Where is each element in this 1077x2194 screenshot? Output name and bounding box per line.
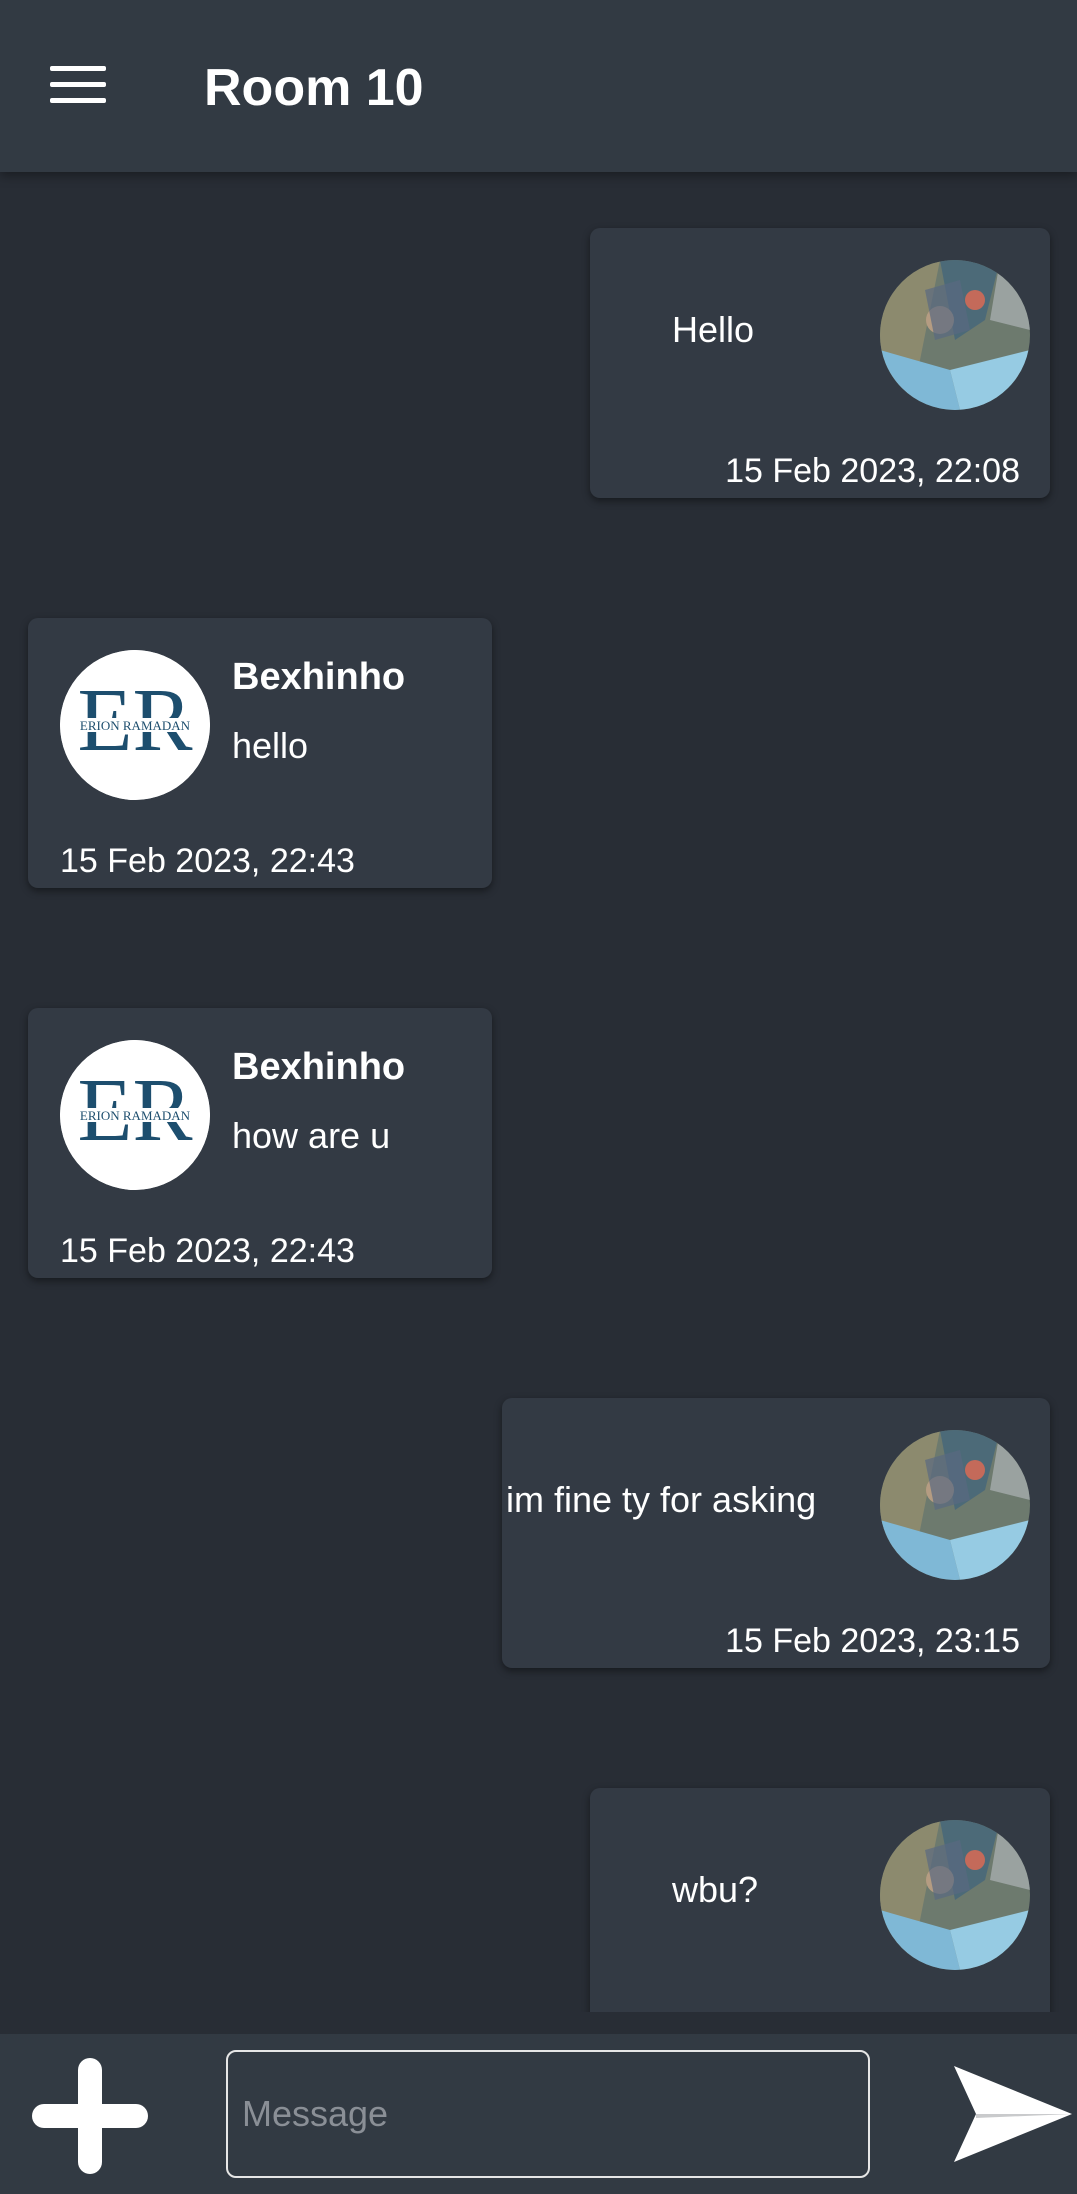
message-timestamp: 15 Feb 2023, 23:15 — [725, 1622, 1020, 1660]
message-bubble-incoming: ER ERION RAMADAN Bexhinho hello 15 Feb 2… — [28, 618, 492, 888]
avatar-logo-text: ERION RAMADAN — [80, 1108, 191, 1123]
message-bubble-outgoing: im fine ty for asking 15 Feb 2023, 23:15 — [502, 1398, 1050, 1668]
sender-avatar[interactable]: ER ERION RAMADAN — [60, 1040, 210, 1190]
message-bubble-outgoing: wbu? — [590, 1788, 1050, 2012]
app-bar: Room 10 — [0, 0, 1077, 172]
message-list[interactable]: Hello 15 Feb 2023, 22:08 ER ERION RAMADA… — [0, 172, 1077, 2012]
message-timestamp: 15 Feb 2023, 22:43 — [60, 842, 355, 880]
message-timestamp: 15 Feb 2023, 22:08 — [725, 452, 1020, 490]
plus-icon[interactable] — [28, 2054, 152, 2178]
message-timestamp: 15 Feb 2023, 22:43 — [60, 1232, 355, 1270]
message-text: Hello — [672, 309, 755, 350]
avatar-logo-text: ERION RAMADAN — [80, 718, 191, 733]
message-text: wbu? — [672, 1869, 759, 1910]
message-bubble-outgoing: Hello 15 Feb 2023, 22:08 — [590, 228, 1050, 498]
sender-name: Bexhinho — [232, 656, 406, 698]
message-text: hello — [232, 725, 309, 766]
message-input[interactable] — [226, 2050, 870, 2178]
user-avatar[interactable] — [880, 1430, 1030, 1580]
hamburger-menu-icon[interactable] — [50, 64, 106, 106]
sender-avatar[interactable]: ER ERION RAMADAN — [60, 650, 210, 800]
message-text: how are u — [232, 1115, 391, 1156]
message-bubble-incoming: ER ERION RAMADAN Bexhinho how are u 15 F… — [28, 1008, 492, 1278]
user-avatar[interactable] — [880, 1820, 1030, 1970]
user-avatar[interactable] — [880, 260, 1030, 410]
page-title: Room 10 — [204, 59, 424, 117]
send-arrow-icon[interactable] — [950, 2062, 1074, 2166]
message-text: im fine ty for asking — [506, 1479, 817, 1520]
sender-name: Bexhinho — [232, 1046, 406, 1088]
